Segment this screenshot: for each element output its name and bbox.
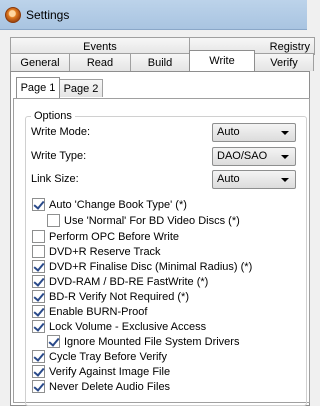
checkbox-lock-volume[interactable]: Lock Volume - Exclusive Access — [32, 320, 206, 333]
checkbox-dvd-r-reserve-track[interactable]: DVD+R Reserve Track — [32, 245, 161, 258]
checkbox-box[interactable] — [32, 365, 45, 378]
checkbox-label: Verify Against Image File — [49, 365, 171, 378]
write-type-value: DAO/SAO — [217, 150, 268, 162]
checkbox-label: Ignore Mounted File System Drivers — [64, 335, 240, 348]
subtab-page-1[interactable]: Page 1 — [16, 77, 60, 98]
subtab-page-2[interactable]: Page 2 — [59, 79, 103, 97]
checkbox-label: Auto 'Change Book Type' (*) — [49, 198, 187, 211]
chevron-down-icon — [281, 131, 289, 135]
checkbox-label: Use 'Normal' For BD Video Discs (*) — [64, 214, 240, 227]
write-mode-select[interactable]: Auto — [212, 123, 296, 142]
checkbox-perform-opc[interactable]: Perform OPC Before Write — [32, 230, 179, 243]
checkbox-box[interactable] — [32, 198, 45, 211]
checkbox-box[interactable] — [32, 290, 45, 303]
checkbox-box[interactable] — [32, 245, 45, 258]
options-group-label: Options — [31, 110, 75, 122]
checkbox-dvd-ram-fastwrite[interactable]: DVD-RAM / BD-RE FastWrite (*) — [32, 275, 208, 288]
checkbox-label: Lock Volume - Exclusive Access — [49, 320, 207, 333]
checkbox-box[interactable] — [32, 350, 45, 363]
checkbox-auto-change-book-type[interactable]: Auto 'Change Book Type' (*) — [32, 198, 187, 211]
checkbox-box[interactable] — [47, 335, 60, 348]
checkbox-box[interactable] — [32, 260, 45, 273]
checkbox-use-normal-bd-video[interactable]: Use 'Normal' For BD Video Discs (*) — [47, 214, 240, 227]
checkbox-bd-r-verify[interactable]: BD-R Verify Not Required (*) — [32, 290, 189, 303]
chevron-down-icon — [281, 155, 289, 159]
write-type-select[interactable]: DAO/SAO — [212, 147, 296, 166]
window-title: Settings — [26, 8, 70, 22]
checkbox-dvd-r-finalise[interactable]: DVD+R Finalise Disc (Minimal Radius) (*) — [32, 260, 252, 273]
tab-verify[interactable]: Verify — [254, 53, 314, 71]
write-mode-label: Write Mode: — [31, 126, 91, 138]
tab-build[interactable]: Build — [130, 53, 190, 71]
link-size-select[interactable]: Auto — [212, 170, 296, 189]
checkbox-label: DVD+R Finalise Disc (Minimal Radius) (*) — [49, 260, 253, 273]
checkbox-box[interactable] — [32, 305, 45, 318]
checkbox-label: BD-R Verify Not Required (*) — [49, 290, 189, 303]
checkbox-burn-proof[interactable]: Enable BURN-Proof — [32, 305, 147, 318]
checkbox-label: Never Delete Audio Files — [49, 380, 171, 393]
tab-row-lower: General Read Build Write Verify — [10, 50, 314, 71]
link-size-label: Link Size: — [31, 173, 79, 185]
subtab-row: Page 1 Page 2 — [16, 77, 103, 98]
checkbox-ignore-mounted-fs[interactable]: Ignore Mounted File System Drivers — [47, 335, 239, 348]
checkbox-cycle-tray[interactable]: Cycle Tray Before Verify — [32, 350, 167, 363]
checkbox-box[interactable] — [32, 275, 45, 288]
tab-read[interactable]: Read — [69, 53, 131, 71]
tab-write[interactable]: Write — [189, 50, 255, 71]
checkbox-box[interactable] — [32, 320, 45, 333]
write-type-label: Write Type: — [31, 150, 87, 162]
app-icon — [5, 7, 21, 23]
title-bar: Settings — [0, 0, 307, 30]
tab-general[interactable]: General — [10, 53, 70, 71]
checkbox-label: Cycle Tray Before Verify — [49, 350, 167, 363]
checkbox-box[interactable] — [47, 214, 60, 227]
checkbox-label: DVD-RAM / BD-RE FastWrite (*) — [49, 275, 209, 288]
checkbox-never-delete-audio[interactable]: Never Delete Audio Files — [32, 380, 170, 393]
checkbox-label: Perform OPC Before Write — [49, 230, 179, 243]
checkbox-verify-against-image[interactable]: Verify Against Image File — [32, 365, 170, 378]
chevron-down-icon — [281, 178, 289, 182]
checkbox-box[interactable] — [32, 380, 45, 393]
link-size-value: Auto — [217, 173, 240, 185]
checkbox-box[interactable] — [32, 230, 45, 243]
checkbox-label: DVD+R Reserve Track — [49, 245, 161, 258]
write-mode-value: Auto — [217, 126, 240, 138]
checkbox-label: Enable BURN-Proof — [49, 305, 148, 318]
